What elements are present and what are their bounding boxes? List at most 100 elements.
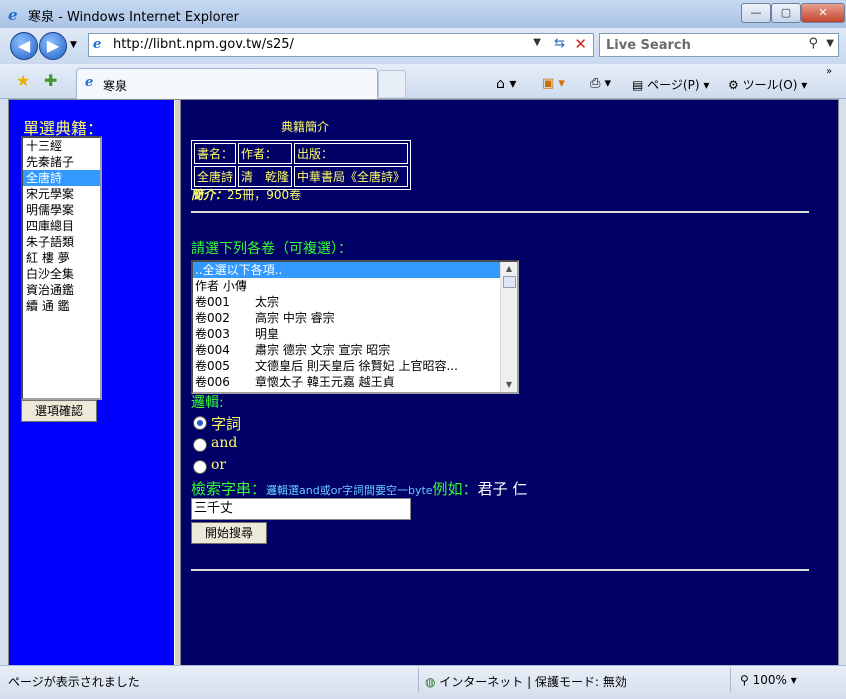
status-separator xyxy=(418,668,419,692)
volume-number: 卷002 xyxy=(195,311,230,325)
volume-name: 明皇 xyxy=(255,327,280,341)
chevron-more-icon[interactable]: » xyxy=(826,66,832,77)
volume-name: 太宗 xyxy=(255,295,280,309)
info-value-cell: 清 乾隆 xyxy=(238,166,293,187)
query-hint: 邏輯選and或or字詞間要空一byte xyxy=(266,484,433,497)
page-menu-icon: ▤ xyxy=(632,78,648,92)
volume-option[interactable]: 卷002 高宗 中宗 睿宗 xyxy=(193,310,517,326)
summary-label: 簡介： xyxy=(191,188,228,202)
stop-icon[interactable]: ✕ xyxy=(574,35,587,53)
page-menu-label: ページ(P) xyxy=(647,78,700,92)
search-placeholder[interactable]: Live Search xyxy=(606,38,691,53)
book-option[interactable]: 朱子語類 xyxy=(23,234,100,250)
info-header-cell: 書名： xyxy=(194,143,237,164)
refresh-icon[interactable]: ⇆ xyxy=(554,36,565,51)
favorites-star-icon[interactable]: ★ xyxy=(16,71,30,90)
book-option[interactable]: 明儒學案 xyxy=(23,202,100,218)
volume-number: 卷005 xyxy=(195,359,230,373)
confirm-button[interactable]: 選項確認 xyxy=(21,400,97,422)
scroll-thumb[interactable] xyxy=(503,276,516,288)
close-button[interactable]: ✕ xyxy=(801,3,845,23)
window-title: 寒泉 - Windows Internet Explorer xyxy=(28,10,239,25)
book-option[interactable]: 四庫總目 xyxy=(23,218,100,234)
logic-radio-or[interactable] xyxy=(193,460,207,474)
logic-radio-and[interactable] xyxy=(193,438,207,452)
info-value-cell: 全唐詩 xyxy=(194,166,237,187)
volume-list-label: 請選下列各卷（可複選）： xyxy=(191,241,352,257)
logic-option-label: or xyxy=(211,457,227,473)
search-icon[interactable]: ⚲ xyxy=(808,36,818,51)
volume-listbox[interactable]: ..全選以下各項.. 作者 小傳 卷001 太宗 卷002 高宗 中宗 睿宗 卷003 明皇卷… xyxy=(191,260,519,394)
tab-current[interactable]: e 寒泉 xyxy=(76,68,378,99)
volume-number: 卷006 xyxy=(195,375,230,389)
book-option[interactable]: 全唐詩 xyxy=(23,170,100,186)
new-tab-button[interactable] xyxy=(378,70,406,97)
zone-text: インターネット | 保護モード: 無効 xyxy=(439,675,627,689)
info-value-cell: 中華書局《全唐詩》 xyxy=(294,166,409,187)
page-content: 單選典籍： 十三經 先秦諸子 全唐詩 宋元學案 明儒學案 四庫總目 朱子語類紅 樓 夢白沙全… xyxy=(8,99,839,666)
address-bar[interactable]: e http://libnt.npm.gov.tw/s25/ ▼ ⇆ ✕ xyxy=(88,33,594,57)
logic-option-label: 字詞 xyxy=(211,415,242,433)
page-menu[interactable]: ▤ ページ(P) ▾ xyxy=(632,76,709,93)
info-header-cell: 出版： xyxy=(294,143,409,164)
volume-option[interactable]: 卷001 太宗 xyxy=(193,294,517,310)
volume-option[interactable]: 卷005 文德皇后 則天皇后 徐賢妃 上官昭容... xyxy=(193,358,517,374)
volume-option[interactable]: 作者 小傳 xyxy=(193,278,517,294)
intro-title: 典籍簡介 xyxy=(281,120,330,134)
volume-name: 高宗 中宗 睿宗 xyxy=(255,311,335,325)
feeds-icon[interactable]: ▣ ▾ xyxy=(542,76,565,91)
divider-line xyxy=(191,211,809,213)
info-header-cell: 作者： xyxy=(238,143,293,164)
volume-scrollbar[interactable]: ▲ ▼ xyxy=(500,262,517,392)
volume-name: 文德皇后 則天皇后 徐賢妃 上官昭容... xyxy=(255,359,458,373)
query-example: 君子 仁 xyxy=(477,480,528,498)
book-option[interactable]: 資治通鑑 xyxy=(23,282,100,298)
search-box[interactable]: Live Search ⚲ ▼ xyxy=(599,33,839,57)
query-input[interactable]: 三千丈 xyxy=(191,498,411,520)
start-search-button[interactable]: 開始搜尋 xyxy=(191,522,267,544)
address-dropdown-icon[interactable]: ▼ xyxy=(533,37,541,48)
back-button[interactable]: ◀ xyxy=(10,32,38,60)
book-summary: 簡介：25冊，900卷 xyxy=(191,186,301,203)
book-option[interactable]: 先秦諸子 xyxy=(23,154,100,170)
volume-option[interactable]: 卷003 明皇 xyxy=(193,326,517,342)
frame-divider[interactable] xyxy=(174,100,181,665)
ie-logo-icon: e xyxy=(8,6,18,24)
title-bar: e 寒泉 - Windows Internet Explorer — ▢ ✕ xyxy=(0,0,846,29)
volume-option[interactable]: ..全選以下各項.. xyxy=(193,262,517,278)
book-option[interactable]: 白沙全集 xyxy=(23,266,100,282)
volume-number: 作者 小傳 xyxy=(195,279,247,293)
add-favorites-icon[interactable]: ✚ xyxy=(44,71,57,90)
scroll-down-icon[interactable]: ▼ xyxy=(501,378,517,392)
volume-option[interactable]: 卷004 肅宗 德宗 文宗 宣宗 昭宗 xyxy=(193,342,517,358)
page-icon: e xyxy=(93,37,102,52)
book-option[interactable]: 紅 樓 夢 xyxy=(23,250,100,266)
tools-menu[interactable]: ⚙ ツール(O) ▾ xyxy=(728,76,807,93)
status-message: ページが表示されました xyxy=(8,675,140,689)
left-frame: 單選典籍： 十三經 先秦諸子 全唐詩 宋元學案 明儒學案 四庫總目 朱子語類紅 樓 夢白沙全… xyxy=(9,100,174,665)
maximize-button[interactable]: ▢ xyxy=(771,3,801,23)
volume-number: ..全選以下各項.. xyxy=(195,263,283,277)
url-text[interactable]: http://libnt.npm.gov.tw/s25/ xyxy=(113,37,294,52)
scroll-up-icon[interactable]: ▲ xyxy=(501,262,517,276)
home-icon[interactable]: ⌂ ▾ xyxy=(496,76,516,92)
book-option[interactable]: 續 通 鑑 xyxy=(23,298,100,314)
book-option[interactable]: 十三經 xyxy=(23,138,100,154)
security-zone[interactable]: ◍ インターネット | 保護モード: 無効 xyxy=(425,673,627,690)
volume-items: ..全選以下各項.. 作者 小傳 卷001 太宗 卷002 高宗 中宗 睿宗 卷003 明皇卷… xyxy=(193,262,517,390)
forward-button[interactable]: ▶ xyxy=(39,32,67,60)
minimize-button[interactable]: — xyxy=(741,3,771,23)
logic-radio-word[interactable] xyxy=(193,416,207,430)
zoom-control[interactable]: ⚲ 100% ▾ xyxy=(740,673,797,687)
history-dropdown-icon[interactable]: ▼ xyxy=(70,40,77,50)
volume-number: 卷004 xyxy=(195,343,230,357)
volume-option[interactable]: 卷006 章懷太子 韓王元嘉 越王貞 xyxy=(193,374,517,390)
info-header-row: 書名： 作者： 出版： xyxy=(194,143,409,164)
book-listbox[interactable]: 十三經 先秦諸子 全唐詩 宋元學案 明儒學案 四庫總目 朱子語類紅 樓 夢白沙全集 資治通鑑續… xyxy=(21,136,102,400)
globe-icon: ◍ xyxy=(425,675,440,689)
print-icon[interactable]: ⎙ ▾ xyxy=(590,76,611,91)
status-separator xyxy=(730,668,731,692)
tools-gear-icon: ⚙ xyxy=(728,78,743,92)
search-dropdown-icon[interactable]: ▼ xyxy=(826,38,834,49)
book-option[interactable]: 宋元學案 xyxy=(23,186,100,202)
